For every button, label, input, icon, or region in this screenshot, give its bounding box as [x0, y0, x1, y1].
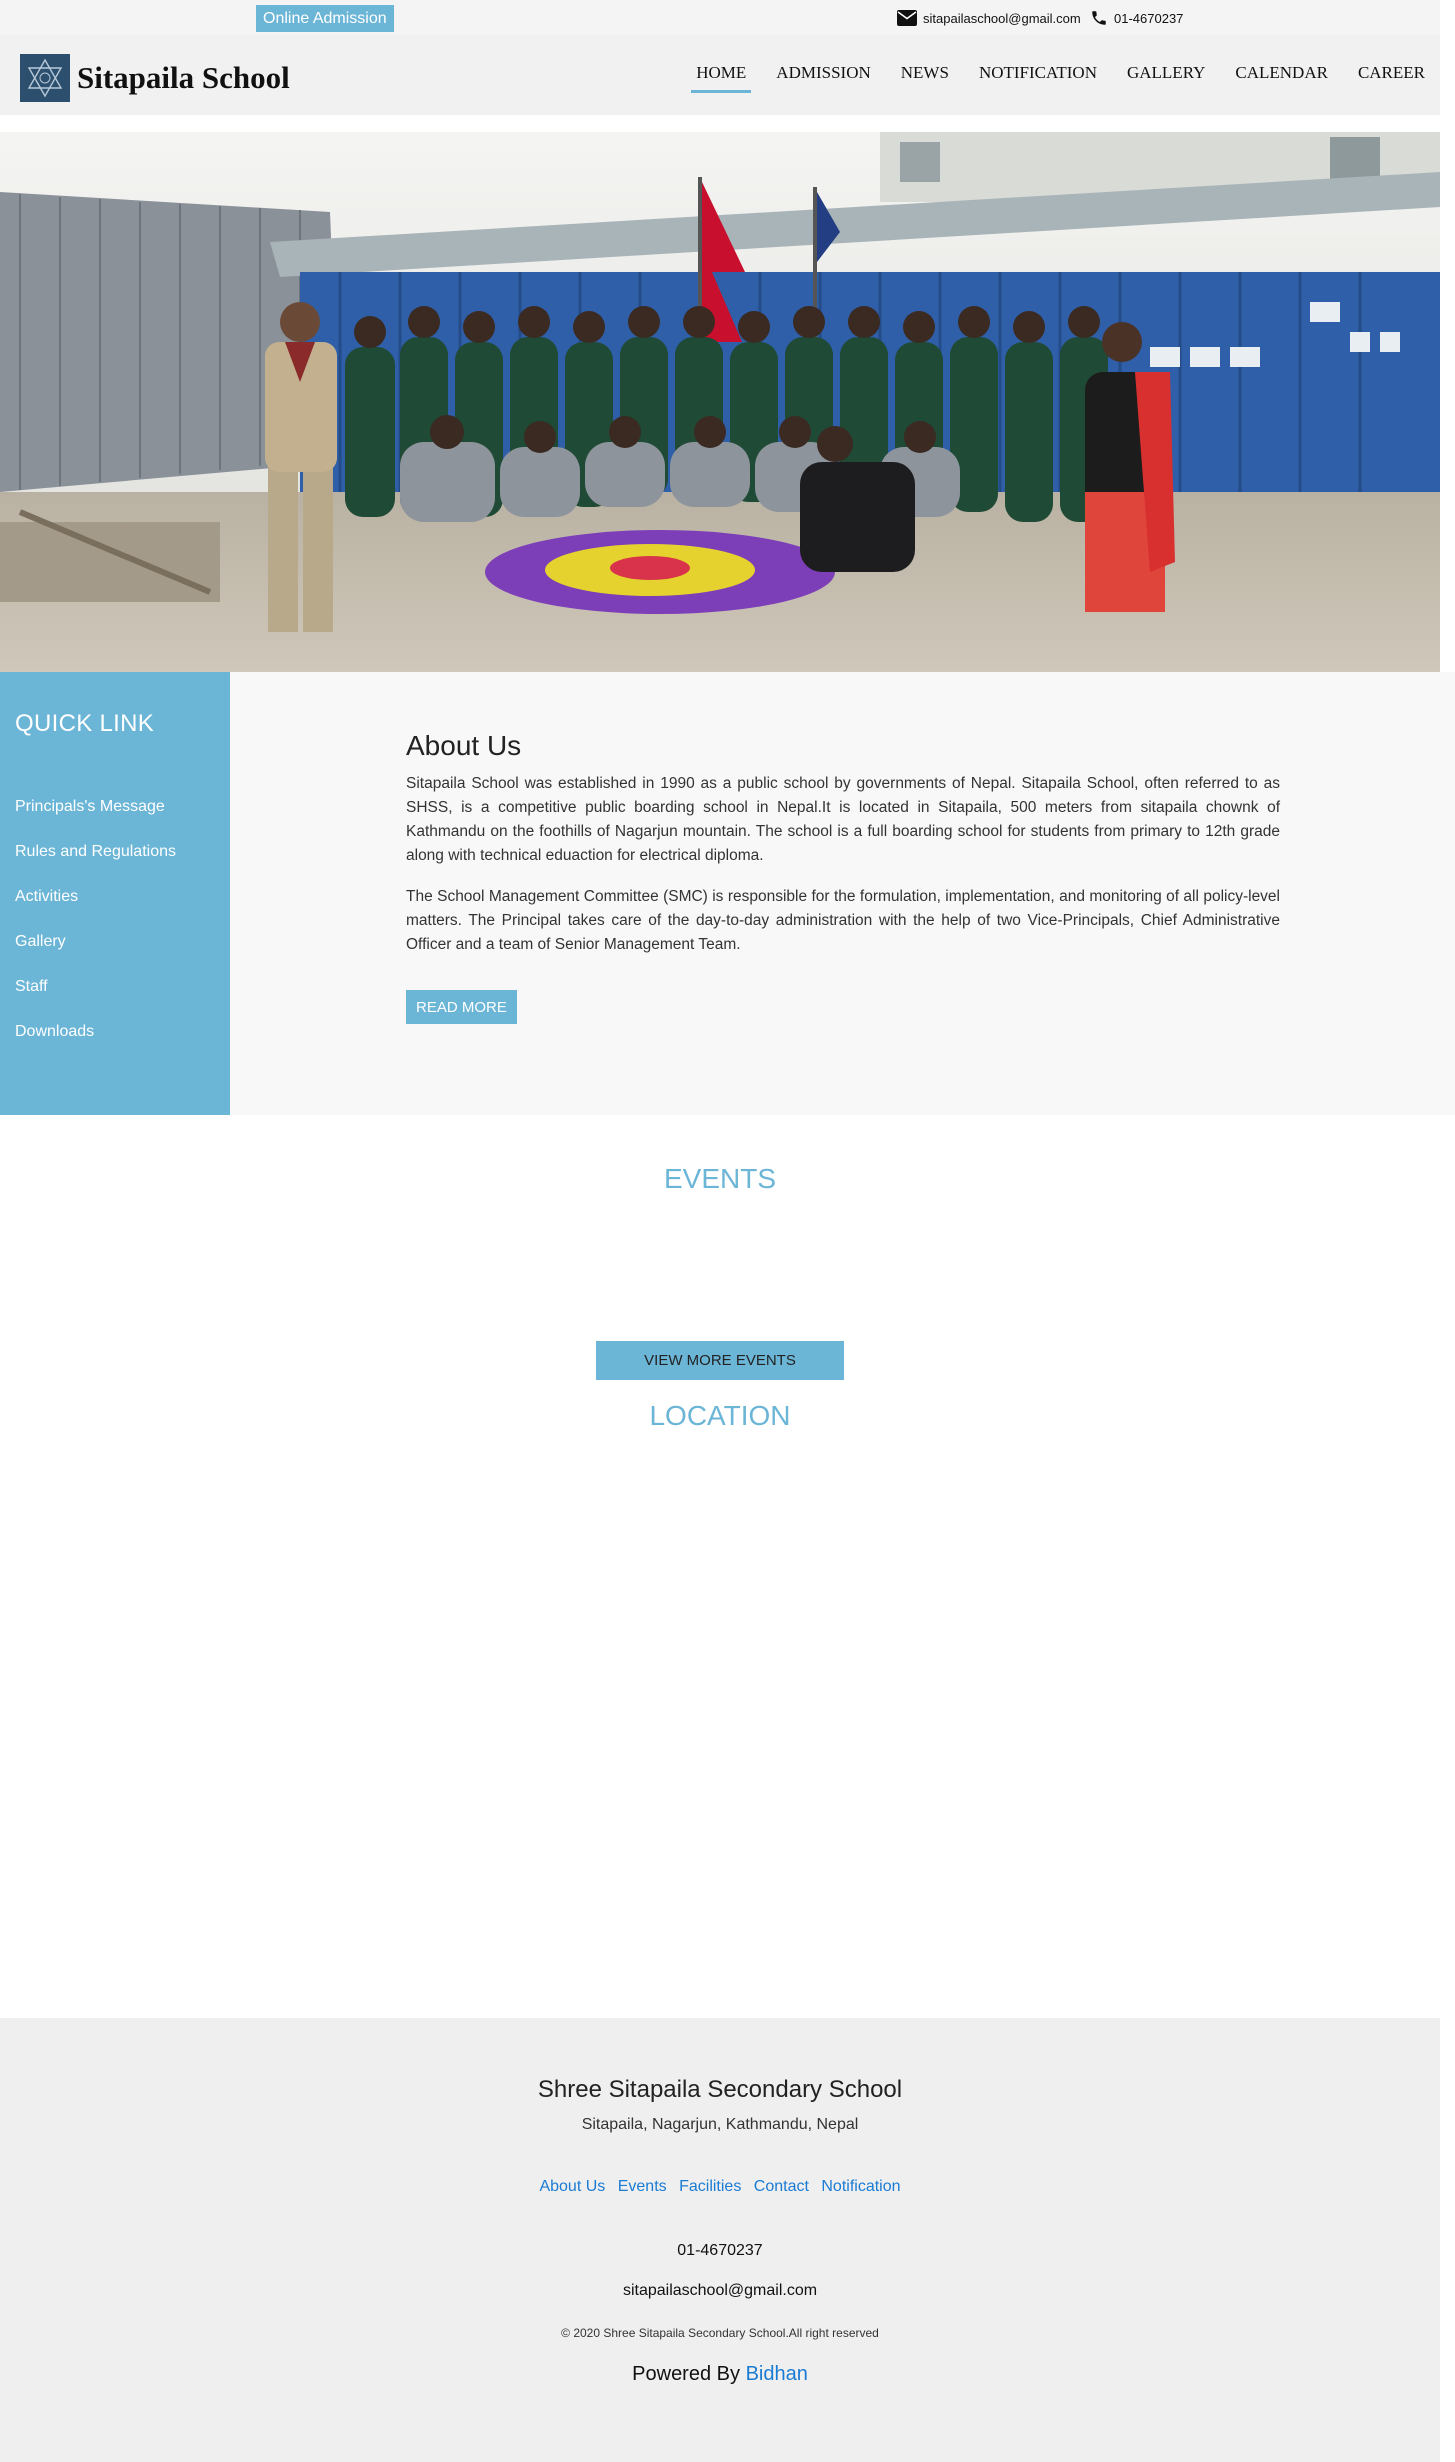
school-logo[interactable] [20, 54, 70, 102]
nav-gallery[interactable]: GALLERY [1112, 55, 1220, 91]
mail-icon [897, 10, 917, 26]
footer-powered-by: Powered By Bidhan [0, 2363, 1440, 2386]
star-emblem-icon [27, 58, 63, 98]
powered-by-label: Powered By [632, 2363, 740, 2385]
hero-banner-image [0, 132, 1440, 672]
about-title: About Us [406, 730, 522, 761]
site-footer: Shree Sitapaila Secondary School Sitapai… [0, 2018, 1440, 2462]
quick-link-downloads[interactable]: Downloads [15, 1022, 176, 1067]
nav-calendar[interactable]: CALENDAR [1220, 55, 1343, 91]
footer-phone: 01-4670237 [677, 2242, 763, 2259]
footer-link-facilities[interactable]: Facilities [679, 2178, 741, 2195]
about-paragraph: The School Management Committee (SMC) is… [406, 888, 1280, 953]
group-photo-image [0, 132, 1440, 672]
site-header: Sitapaila School HOME ADMISSION NEWS NOT… [0, 35, 1440, 115]
quick-link-title: QUICK LINK [15, 710, 155, 737]
top-email-text: sitapailaschool@gmail.com [923, 10, 1081, 26]
top-bar: Online Admission sitapailaschool@gmail.c… [0, 0, 1440, 35]
quick-link-activities[interactable]: Activities [15, 887, 176, 932]
quick-link-rules[interactable]: Rules and Regulations [15, 842, 176, 887]
footer-school-name: Shree Sitapaila Secondary School [537, 2076, 903, 2103]
top-email[interactable]: sitapailaschool@gmail.com [897, 7, 1081, 29]
nav-news[interactable]: NEWS [886, 55, 964, 91]
read-more-button[interactable]: READ MORE [406, 990, 517, 1024]
phone-icon [1092, 11, 1106, 25]
top-phone-text: 01-4670237 [1114, 10, 1184, 26]
nav-admission[interactable]: ADMISSION [761, 55, 885, 91]
footer-link-events[interactable]: Events [618, 2178, 667, 2195]
quick-link-list: Principals's Message Rules and Regulatio… [15, 797, 176, 1067]
footer-link-contact[interactable]: Contact [754, 2178, 809, 2195]
quick-link-staff[interactable]: Staff [15, 977, 176, 1022]
footer-links: About Us Events Facilities Contact Notif… [0, 2178, 1440, 2196]
nav-career[interactable]: CAREER [1343, 55, 1440, 91]
footer-link-notification[interactable]: Notification [821, 2178, 900, 2195]
location-title: LOCATION [649, 1400, 791, 1431]
events-title: EVENTS [663, 1163, 777, 1194]
footer-address: Sitapaila, Nagarjun, Kathmandu, Nepal [581, 2116, 859, 2133]
online-admission-button[interactable]: Online Admission [256, 5, 394, 32]
view-more-events-button[interactable]: VIEW MORE EVENTS [596, 1341, 844, 1380]
quick-link-principals-message[interactable]: Principals's Message [15, 797, 176, 842]
powered-by-link[interactable]: Bidhan [746, 2363, 808, 2385]
about-paragraph: Sitapaila School was established in 1990… [406, 775, 1280, 864]
about-section: About Us Sitapaila School was establishe… [230, 672, 1455, 1115]
footer-link-about-us[interactable]: About Us [539, 2178, 605, 2195]
about-text: Sitapaila School was established in 1990… [406, 772, 1280, 974]
nav-home[interactable]: HOME [681, 55, 761, 93]
nav-notification[interactable]: NOTIFICATION [964, 55, 1112, 91]
location-map-area[interactable] [0, 1450, 1440, 2010]
quick-link-panel: QUICK LINK Principals's Message Rules an… [0, 672, 230, 1115]
top-phone[interactable]: 01-4670237 [1090, 7, 1183, 29]
footer-email: sitapailaschool@gmail.com [622, 2282, 818, 2299]
quick-link-gallery[interactable]: Gallery [15, 932, 176, 977]
site-title[interactable]: Sitapaila School [77, 58, 290, 98]
footer-copyright: © 2020 Shree Sitapaila Secondary School.… [561, 2326, 879, 2340]
main-nav: HOME ADMISSION NEWS NOTIFICATION GALLERY… [681, 55, 1440, 93]
